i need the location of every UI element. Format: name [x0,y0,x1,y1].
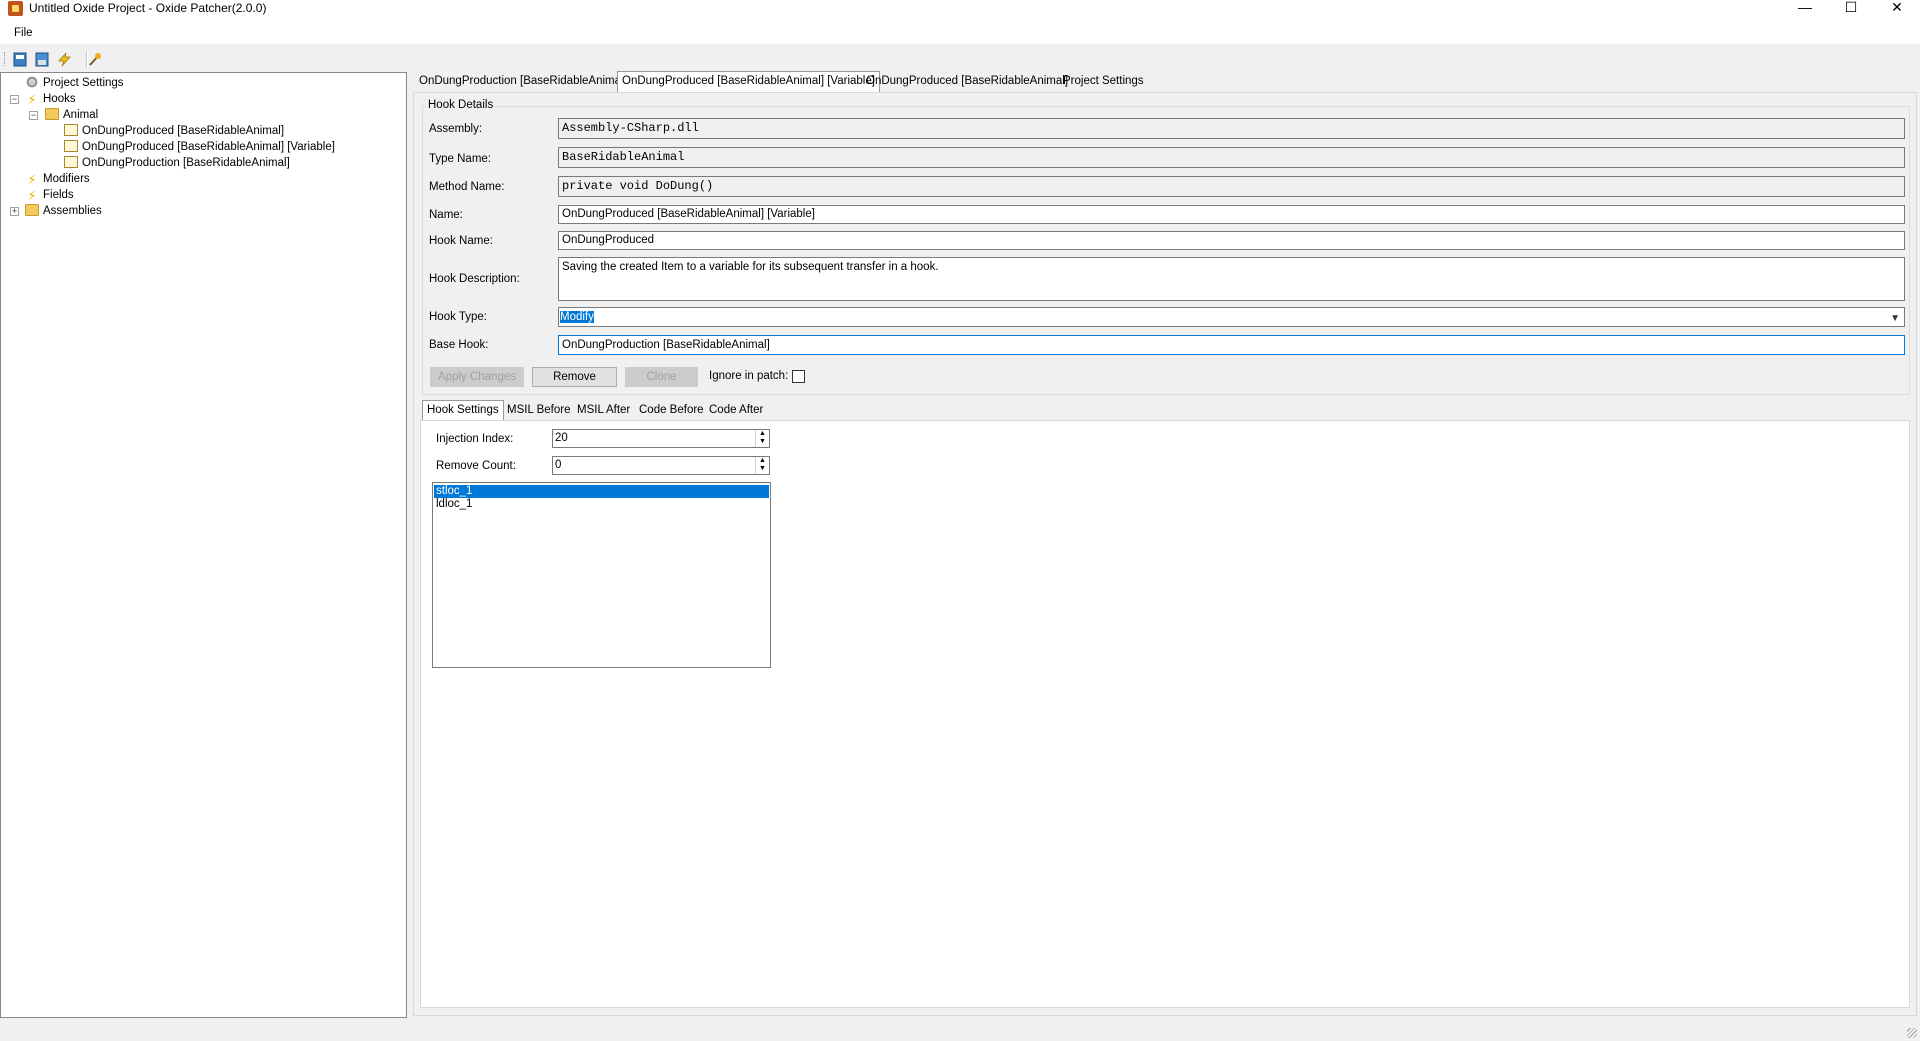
method-name-label: Method Name: [429,181,505,193]
spin-arrows-icon[interactable]: ▲ ▼ [755,457,769,474]
tree-item-animal[interactable]: Animal [45,107,98,123]
hook-document-icon [64,156,78,168]
toolbar [0,48,1920,70]
lightning-icon: ⚡ [27,188,37,203]
list-item[interactable]: ldloc_1 [434,498,769,511]
hook-details-title: Hook Details [426,99,496,111]
hook-name-label: Hook Name: [429,235,493,247]
base-hook-field[interactable]: OnDungProduction [BaseRidableAnimal] [558,335,1905,355]
hook-type-dropdown[interactable]: Modify ▼ [558,307,1905,327]
save-project-button[interactable] [34,51,51,68]
type-name-field[interactable]: BaseRidableAnimal [558,147,1905,168]
tree-expander-assemblies[interactable]: + [10,207,19,216]
settings-icon [89,53,101,66]
remove-count-label: Remove Count: [436,460,516,472]
oxide-app-icon [8,1,23,16]
assembly-label: Assembly: [429,123,483,135]
menu-file[interactable]: File [10,27,37,39]
tab-ondungproduction[interactable]: OnDungProduction [BaseRidableAnimal] [415,72,631,92]
folder-icon [25,204,39,216]
minimize-button[interactable]: — [1782,0,1828,18]
remove-count-stepper[interactable]: 0 ▲ ▼ [552,456,770,475]
save-project-icon [35,52,49,67]
ignore-in-patch-label: Ignore in patch: [709,370,789,382]
tab-ondungproduced-variable[interactable]: OnDungProduced [BaseRidableAnimal] [Vari… [617,71,880,93]
tree-item-hooks[interactable]: ⚡ Hooks [25,91,75,107]
hook-description-textarea[interactable]: Saving the created Item to a variable fo… [558,257,1905,301]
chevron-down-icon[interactable]: ▼ [1890,310,1900,326]
hook-description-label: Hook Description: [429,273,520,285]
tree-item-assemblies[interactable]: Assemblies [25,203,102,219]
gear-icon [25,76,39,88]
apply-changes-button[interactable]: Apply Changes [430,367,524,387]
settings-button[interactable] [86,51,103,68]
menu-bar: File [0,23,1920,44]
hook-document-icon [64,124,78,136]
type-name-label: Type Name: [429,153,491,165]
remove-count-value: 0 [555,459,562,471]
name-input[interactable]: OnDungProduced [BaseRidableAnimal] [Vari… [558,205,1905,224]
close-button[interactable]: ✕ [1874,0,1920,18]
instruction-list[interactable]: stloc_1 ldloc_1 [432,482,771,668]
title-bar: Untitled Oxide Project - Oxide Patcher(2… [0,0,1920,23]
injection-index-label: Injection Index: [436,433,514,445]
remove-button[interactable]: Remove [532,367,617,387]
tree-item-hook[interactable]: OnDungProduced [BaseRidableAnimal] [64,123,284,139]
spin-arrows-icon[interactable]: ▲ ▼ [755,430,769,447]
tree-expander-hooks[interactable]: − [10,95,19,104]
assembly-field[interactable]: Assembly-CSharp.dll [558,118,1905,139]
base-hook-label: Base Hook: [429,339,489,351]
tab-ondungproduced[interactable]: OnDungProduced [BaseRidableAnimal] [862,72,1072,92]
tab-msil-after[interactable]: MSIL After [573,401,634,421]
new-project-icon [13,52,27,67]
new-project-button[interactable] [12,51,29,68]
hook-type-selected-value: Modify [560,311,594,323]
status-bar [0,1022,1920,1041]
tree-item-hook[interactable]: OnDungProduction [BaseRidableAnimal] [64,155,290,171]
lightning-icon: ⚡ [27,172,37,187]
injection-index-value: 20 [555,432,568,444]
patch-icon [58,52,71,67]
method-name-field[interactable]: private void DoDung() [558,176,1905,197]
tab-code-before[interactable]: Code Before [635,401,708,421]
tab-msil-before[interactable]: MSIL Before [503,401,575,421]
hook-name-input[interactable]: OnDungProduced [558,231,1905,250]
window-title: Untitled Oxide Project - Oxide Patcher(2… [29,1,267,15]
toolbar-grip[interactable] [4,52,6,66]
patch-button[interactable] [56,51,73,68]
hook-document-icon [64,140,78,152]
tree-item-modifiers[interactable]: ⚡ Modifiers [25,171,89,187]
resize-grip-icon[interactable] [1907,1028,1917,1038]
tree-item-hook[interactable]: OnDungProduced [BaseRidableAnimal] [Vari… [64,139,335,155]
hook-type-label: Hook Type: [429,311,487,323]
tree-expander-animal[interactable]: − [29,111,38,120]
project-tree[interactable]: Project Settings − ⚡ Hooks − Animal OnDun… [0,72,407,1018]
folder-icon [45,108,59,120]
injection-index-stepper[interactable]: 20 ▲ ▼ [552,429,770,448]
tab-hook-settings[interactable]: Hook Settings [422,400,504,422]
maximize-button[interactable]: ☐ [1828,0,1874,18]
ignore-in-patch-checkbox[interactable] [792,370,805,383]
tree-item-project-settings[interactable]: Project Settings [25,75,124,91]
name-label: Name: [429,209,463,221]
tab-project-settings[interactable]: Project Settings [1059,72,1148,92]
lightning-icon: ⚡ [27,92,37,107]
tab-code-after[interactable]: Code After [705,401,767,421]
clone-button[interactable]: Clone [625,367,698,387]
tree-item-fields[interactable]: ⚡ Fields [25,187,73,203]
list-item[interactable]: stloc_1 [434,485,769,498]
